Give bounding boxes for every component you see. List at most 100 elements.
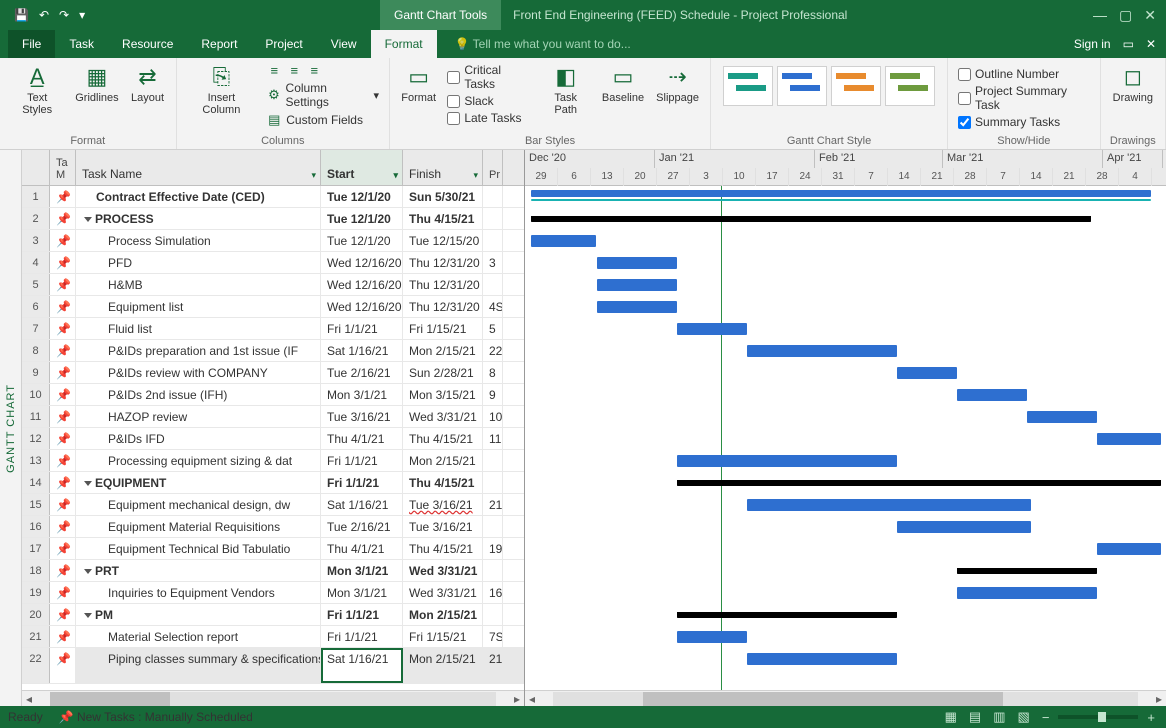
drawing-button[interactable]: ◻Drawing xyxy=(1109,62,1157,106)
table-row[interactable]: 15📌Equipment mechanical design, dwSat 1/… xyxy=(22,494,524,516)
close-icon[interactable]: ✕ xyxy=(1144,7,1156,24)
collapse-icon[interactable] xyxy=(84,613,92,618)
task-name-cell[interactable]: Inquiries to Equipment Vendors xyxy=(76,582,321,603)
table-row[interactable]: 11📌HAZOP reviewTue 3/16/21Wed 3/31/2110 xyxy=(22,406,524,428)
finish-cell[interactable]: Wed 3/31/21 xyxy=(403,582,483,603)
header-finish[interactable]: Finish▾ xyxy=(403,150,483,185)
tab-resource[interactable]: Resource xyxy=(108,30,187,58)
task-bar[interactable] xyxy=(957,389,1027,401)
row-number[interactable]: 8 xyxy=(22,340,50,361)
row-number[interactable]: 16 xyxy=(22,516,50,537)
start-cell[interactable]: Wed 12/16/20 xyxy=(321,274,403,295)
task-mode-cell[interactable]: 📌 xyxy=(50,296,76,317)
finish-cell[interactable]: Thu 4/15/21 xyxy=(403,472,483,493)
row-number[interactable]: 18 xyxy=(22,560,50,581)
task-mode-cell[interactable]: 📌 xyxy=(50,626,76,647)
task-bar[interactable] xyxy=(897,521,1031,533)
finish-cell[interactable]: Thu 12/31/20 xyxy=(403,274,483,295)
row-number[interactable]: 22 xyxy=(22,648,50,683)
table-row[interactable]: 12📌P&IDs IFDThu 4/1/21Thu 4/15/2111 xyxy=(22,428,524,450)
task-mode-cell[interactable]: 📌 xyxy=(50,340,76,361)
summary-tasks-checkbox[interactable]: Summary Tasks xyxy=(956,114,1092,130)
task-bar[interactable] xyxy=(597,257,677,269)
finish-cell[interactable]: Mon 3/15/21 xyxy=(403,384,483,405)
finish-cell[interactable]: Mon 2/15/21 xyxy=(403,450,483,471)
predecessors-cell[interactable]: 10 xyxy=(483,406,503,427)
start-cell[interactable]: Fri 1/1/21 xyxy=(321,472,403,493)
row-number[interactable]: 17 xyxy=(22,538,50,559)
predecessors-cell[interactable] xyxy=(483,604,503,625)
collapse-icon[interactable] xyxy=(84,481,92,486)
task-bar[interactable] xyxy=(597,301,677,313)
predecessors-cell[interactable]: 3 xyxy=(483,252,503,273)
predecessors-cell[interactable]: 9 xyxy=(483,384,503,405)
predecessors-cell[interactable]: 4S xyxy=(483,296,503,317)
task-bar[interactable] xyxy=(1097,543,1161,555)
task-bar[interactable] xyxy=(957,587,1097,599)
text-styles-button[interactable]: A̲Text Styles xyxy=(8,62,66,118)
minimize-icon[interactable]: — xyxy=(1093,7,1107,24)
start-cell[interactable]: Tue 12/1/20 xyxy=(321,186,403,207)
predecessors-cell[interactable] xyxy=(483,516,503,537)
table-row[interactable]: 18📌PRTMon 3/1/21Wed 3/31/21 xyxy=(22,560,524,582)
predecessors-cell[interactable] xyxy=(483,472,503,493)
row-number[interactable]: 1 xyxy=(22,186,50,207)
row-number[interactable]: 11 xyxy=(22,406,50,427)
start-cell[interactable]: Thu 4/1/21 xyxy=(321,428,403,449)
table-row[interactable]: 10📌P&IDs 2nd issue (IFH)Mon 3/1/21Mon 3/… xyxy=(22,384,524,406)
save-icon[interactable]: 💾 xyxy=(10,6,33,24)
table-row[interactable]: 2📌PROCESSTue 12/1/20Thu 4/15/21 xyxy=(22,208,524,230)
finish-cell[interactable]: Tue 3/16/21 xyxy=(403,516,483,537)
finish-cell[interactable]: Tue 3/16/21 xyxy=(403,494,483,515)
task-bar[interactable] xyxy=(747,499,1031,511)
task-name-cell[interactable]: Equipment Technical Bid Tabulatio xyxy=(76,538,321,559)
row-number[interactable]: 20 xyxy=(22,604,50,625)
task-mode-cell[interactable]: 📌 xyxy=(50,186,76,207)
scroll-right-icon[interactable]: ▸ xyxy=(1152,692,1166,706)
scroll-left-icon[interactable]: ◂ xyxy=(525,692,539,706)
start-cell[interactable]: Wed 12/16/20 xyxy=(321,252,403,273)
task-mode-cell[interactable]: 📌 xyxy=(50,230,76,251)
table-row[interactable]: 4📌PFDWed 12/16/20Thu 12/31/203 xyxy=(22,252,524,274)
gantt-style-option[interactable] xyxy=(885,66,935,106)
scroll-left-icon[interactable]: ◂ xyxy=(22,692,36,706)
task-name-cell[interactable]: P&IDs IFD xyxy=(76,428,321,449)
table-row[interactable]: 6📌Equipment listWed 12/16/20Thu 12/31/20… xyxy=(22,296,524,318)
finish-cell[interactable]: Thu 12/31/20 xyxy=(403,296,483,317)
predecessors-cell[interactable]: 5 xyxy=(483,318,503,339)
outline-number-checkbox[interactable]: Outline Number xyxy=(956,66,1092,82)
start-cell[interactable]: Fri 1/1/21 xyxy=(321,450,403,471)
start-cell[interactable]: Fri 1/1/21 xyxy=(321,318,403,339)
row-number[interactable]: 4 xyxy=(22,252,50,273)
table-row[interactable]: 16📌Equipment Material RequisitionsTue 2/… xyxy=(22,516,524,538)
row-number[interactable]: 14 xyxy=(22,472,50,493)
table-row[interactable]: 5📌H&MBWed 12/16/20Thu 12/31/20 xyxy=(22,274,524,296)
row-number[interactable]: 7 xyxy=(22,318,50,339)
task-name-cell[interactable]: Piping classes summary & specifications xyxy=(76,648,321,683)
task-name-cell[interactable]: PFD xyxy=(76,252,321,273)
grid-scrollbar[interactable]: ◂ ▸ xyxy=(22,690,524,706)
task-name-cell[interactable]: PROCESS xyxy=(76,208,321,229)
project-bar[interactable] xyxy=(531,190,1151,197)
start-cell[interactable]: Mon 3/1/21 xyxy=(321,582,403,603)
task-mode-cell[interactable]: 📌 xyxy=(50,648,76,683)
predecessors-cell[interactable] xyxy=(483,560,503,581)
tab-task[interactable]: Task xyxy=(55,30,108,58)
row-number[interactable]: 9 xyxy=(22,362,50,383)
finish-cell[interactable]: Fri 1/15/21 xyxy=(403,318,483,339)
task-mode-cell[interactable]: 📌 xyxy=(50,516,76,537)
project-summary-checkbox[interactable]: Project Summary Task xyxy=(956,83,1092,113)
row-number[interactable]: 12 xyxy=(22,428,50,449)
dropdown-icon[interactable]: ▾ xyxy=(311,170,316,181)
start-cell[interactable]: Sat 1/16/21 xyxy=(321,648,403,683)
task-mode-cell[interactable]: 📌 xyxy=(50,428,76,449)
zoom-slider[interactable] xyxy=(1058,715,1138,719)
header-rownum[interactable] xyxy=(22,150,50,185)
gantt-style-option[interactable] xyxy=(723,66,773,106)
dropdown-icon[interactable]: ▾ xyxy=(473,170,478,181)
header-start[interactable]: Start▾ xyxy=(321,150,403,185)
finish-cell[interactable]: Sun 5/30/21 xyxy=(403,186,483,207)
zoom-in-icon[interactable]: + xyxy=(1144,710,1158,725)
row-number[interactable]: 5 xyxy=(22,274,50,295)
predecessors-cell[interactable]: 21 xyxy=(483,494,503,515)
